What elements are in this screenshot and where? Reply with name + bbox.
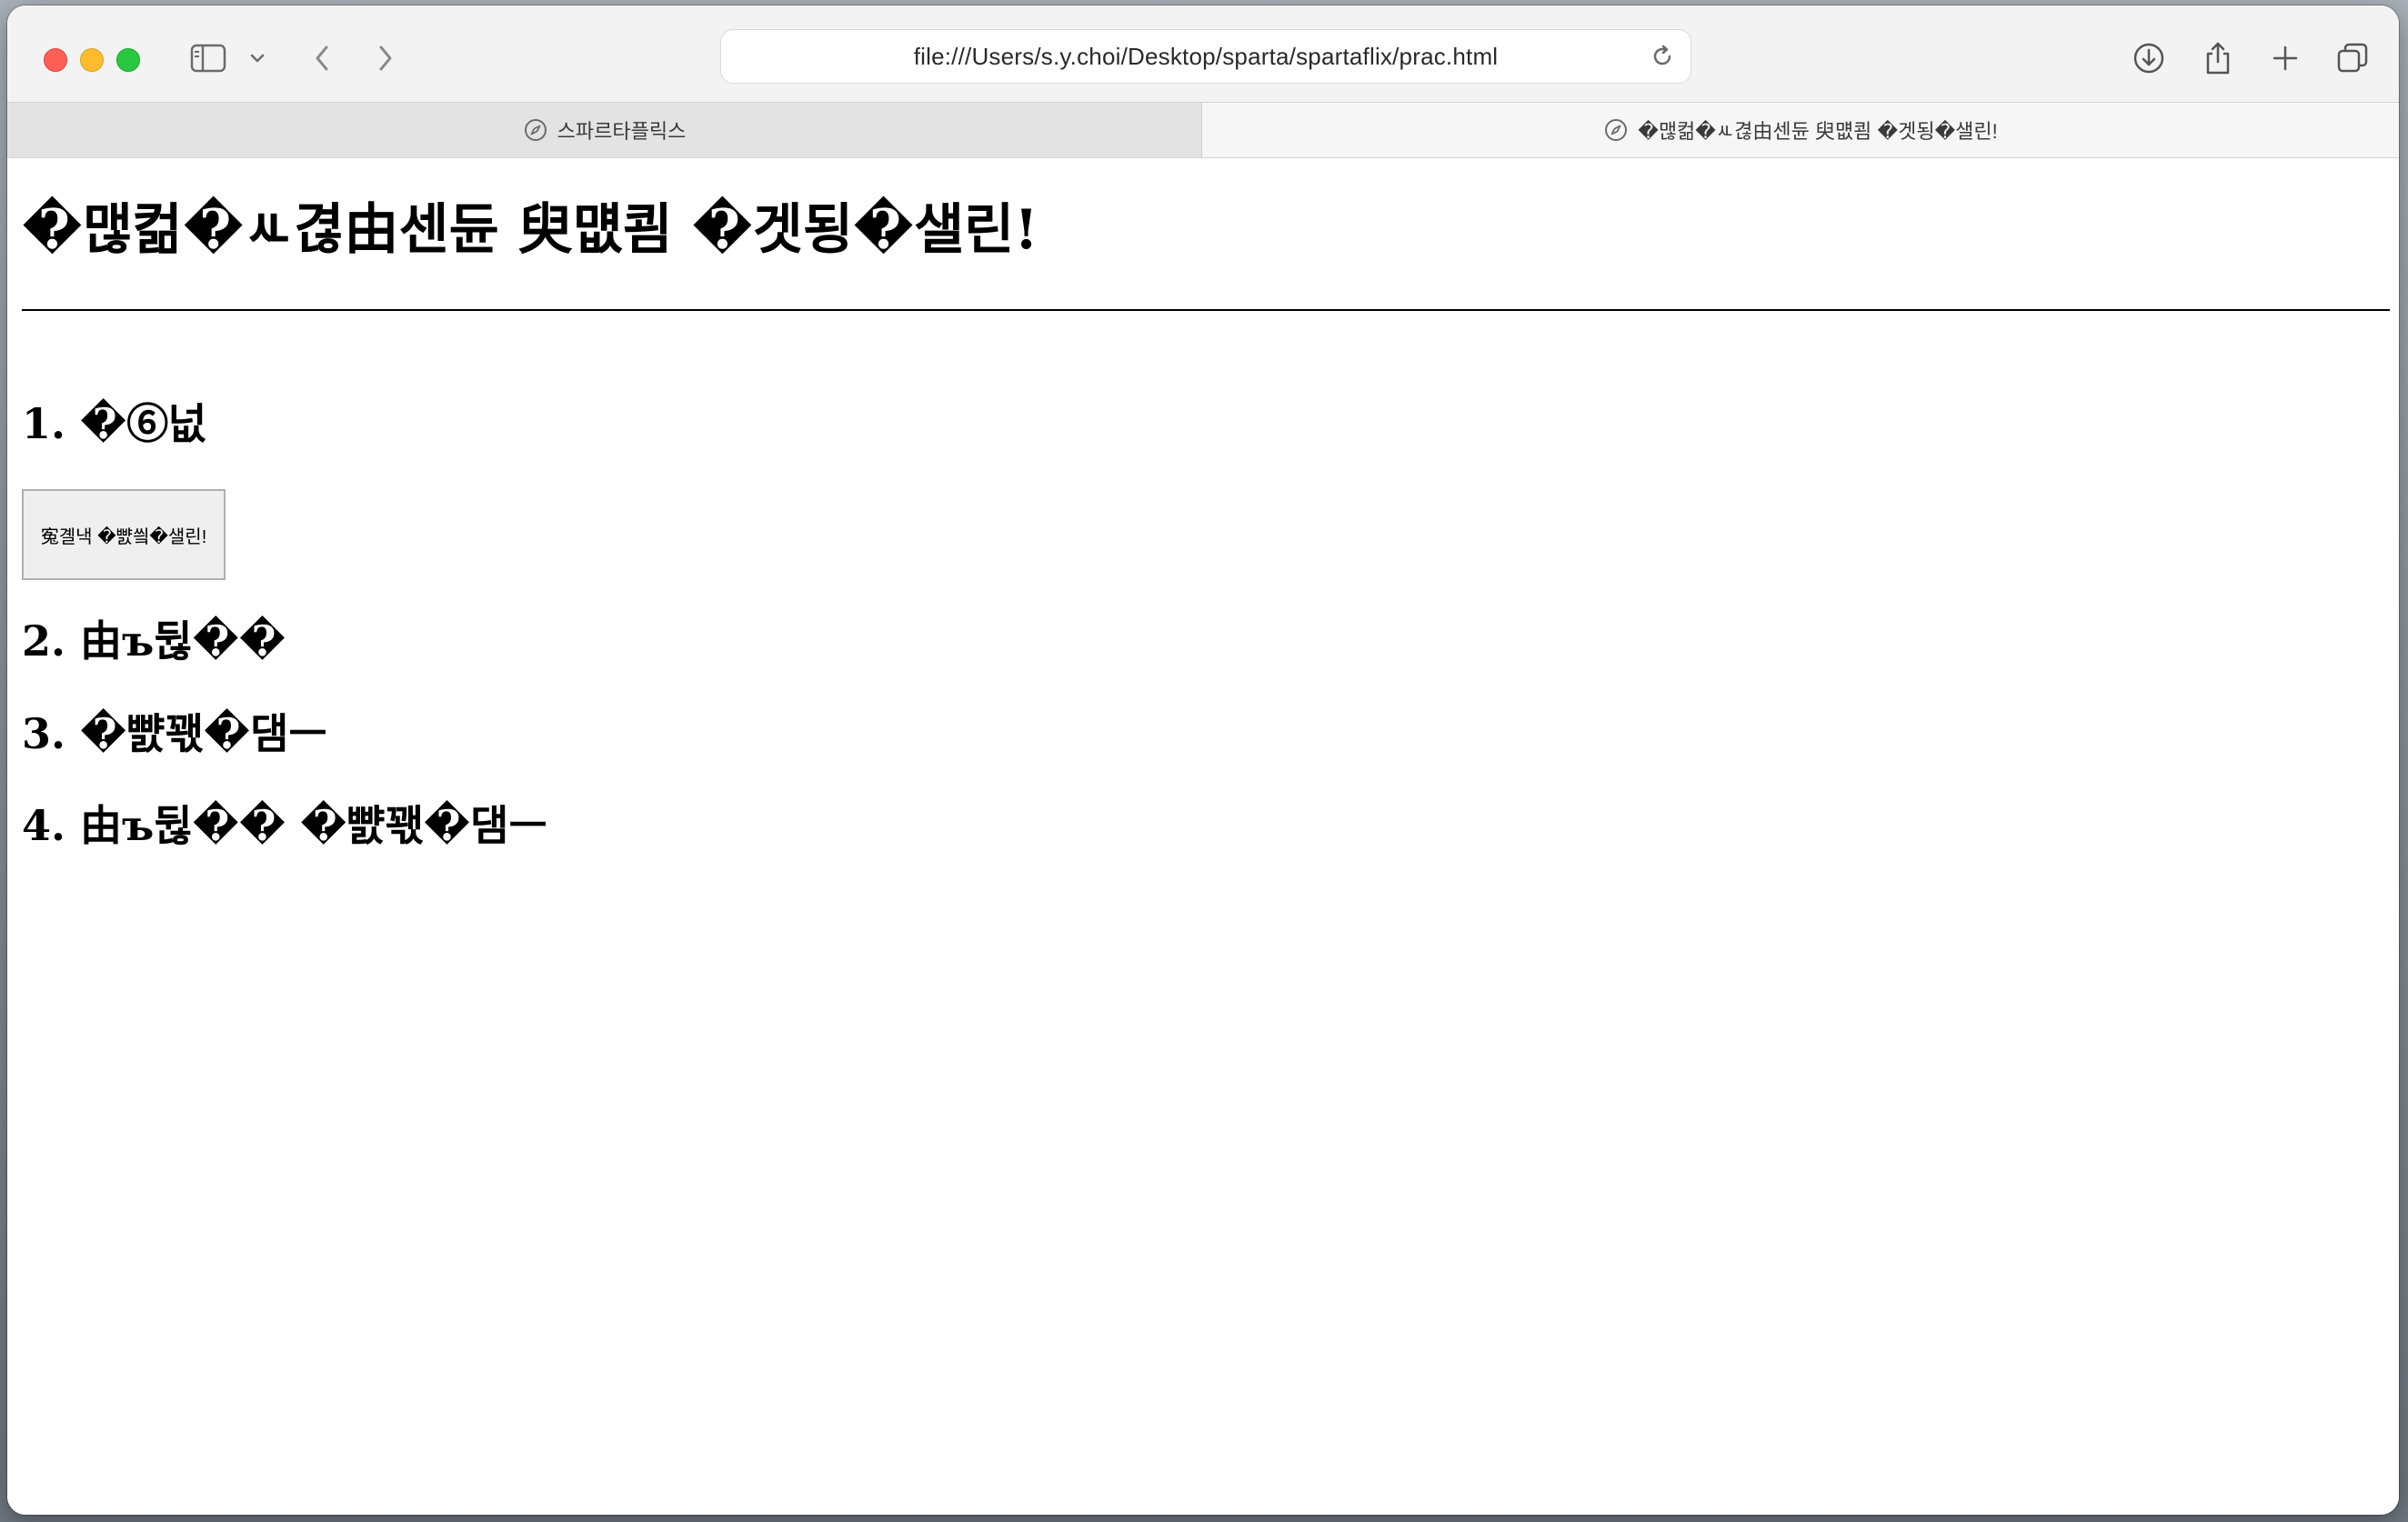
url-text: file:///Users/s.y.choi/Desktop/sparta/sp… bbox=[913, 42, 1499, 70]
address-bar[interactable]: file:///Users/s.y.choi/Desktop/sparta/sp… bbox=[720, 29, 1691, 84]
page-title: �맪컮�ㅻ겮由센듄 臾먮쾸 �겟됭�샐린! bbox=[22, 198, 1038, 262]
tab-prac-page[interactable]: �맪컮�ㅻ겮由센듄 臾먮쾸 �겟됭�샐린! bbox=[1202, 103, 2399, 157]
plus-icon bbox=[2273, 45, 2298, 71]
chevron-down-icon bbox=[250, 54, 265, 63]
check-result-button[interactable]: 寃곌낵 �뺤씤�샐린! bbox=[22, 489, 226, 580]
tab-overview-icon bbox=[2337, 43, 2368, 73]
section-heading-4: 4. 由ъ뒪�� �뺤꽧�댐ㅡ bbox=[22, 801, 547, 850]
page-content: �맪컮�ㅻ겮由센듄 臾먮쾸 �겟됭�샐린! 1. �⑥넚 寃곌낵 �뺤씤�샐린!… bbox=[7, 158, 2399, 1515]
forward-button[interactable] bbox=[367, 38, 404, 78]
maximize-window-button[interactable] bbox=[116, 48, 140, 72]
minimize-window-button[interactable] bbox=[80, 48, 104, 72]
close-window-button[interactable] bbox=[44, 48, 67, 72]
horizontal-rule bbox=[22, 309, 2390, 311]
compass-icon bbox=[523, 117, 548, 143]
new-tab-button[interactable] bbox=[2263, 38, 2308, 78]
share-icon bbox=[2206, 42, 2230, 75]
back-button[interactable] bbox=[304, 38, 340, 78]
tab-spartaflix[interactable]: 스파르타플릭스 bbox=[7, 103, 1202, 157]
section-heading-3: 3. �뺤꽧�댐ㅡ bbox=[22, 709, 327, 758]
tab-title: �맪컮�ㅻ겮由센듄 臾먮쾸 �겟됭�샐린! bbox=[1638, 120, 1998, 143]
sidebar-toggle-button[interactable] bbox=[186, 38, 231, 78]
share-button[interactable] bbox=[2195, 38, 2241, 78]
tab-bar: 스파르타플릭스 �맪컮�ㅻ겮由센듄 臾먮쾸 �겟됭�샐린! bbox=[7, 102, 2399, 158]
chevron-left-icon bbox=[316, 45, 328, 71]
reload-icon bbox=[1653, 45, 1671, 65]
download-icon bbox=[2133, 43, 2164, 74]
section-heading-2: 2. 由ъ뒪�� bbox=[22, 616, 286, 666]
section-heading-1: 1. �⑥넚 bbox=[22, 399, 207, 448]
chevron-right-icon bbox=[379, 45, 392, 71]
browser-window: file:///Users/s.y.choi/Desktop/sparta/sp… bbox=[7, 5, 2399, 1515]
sidebar-icon bbox=[190, 44, 226, 73]
compass-icon bbox=[1603, 117, 1629, 143]
tab-title: 스파르타플릭스 bbox=[557, 120, 687, 143]
tab-overview-button[interactable] bbox=[2330, 38, 2375, 78]
downloads-button[interactable] bbox=[2126, 38, 2172, 78]
browser-toolbar: file:///Users/s.y.choi/Desktop/sparta/sp… bbox=[7, 5, 2399, 102]
reload-button[interactable] bbox=[1645, 39, 1680, 74]
tab-group-dropdown-button[interactable] bbox=[244, 38, 271, 78]
